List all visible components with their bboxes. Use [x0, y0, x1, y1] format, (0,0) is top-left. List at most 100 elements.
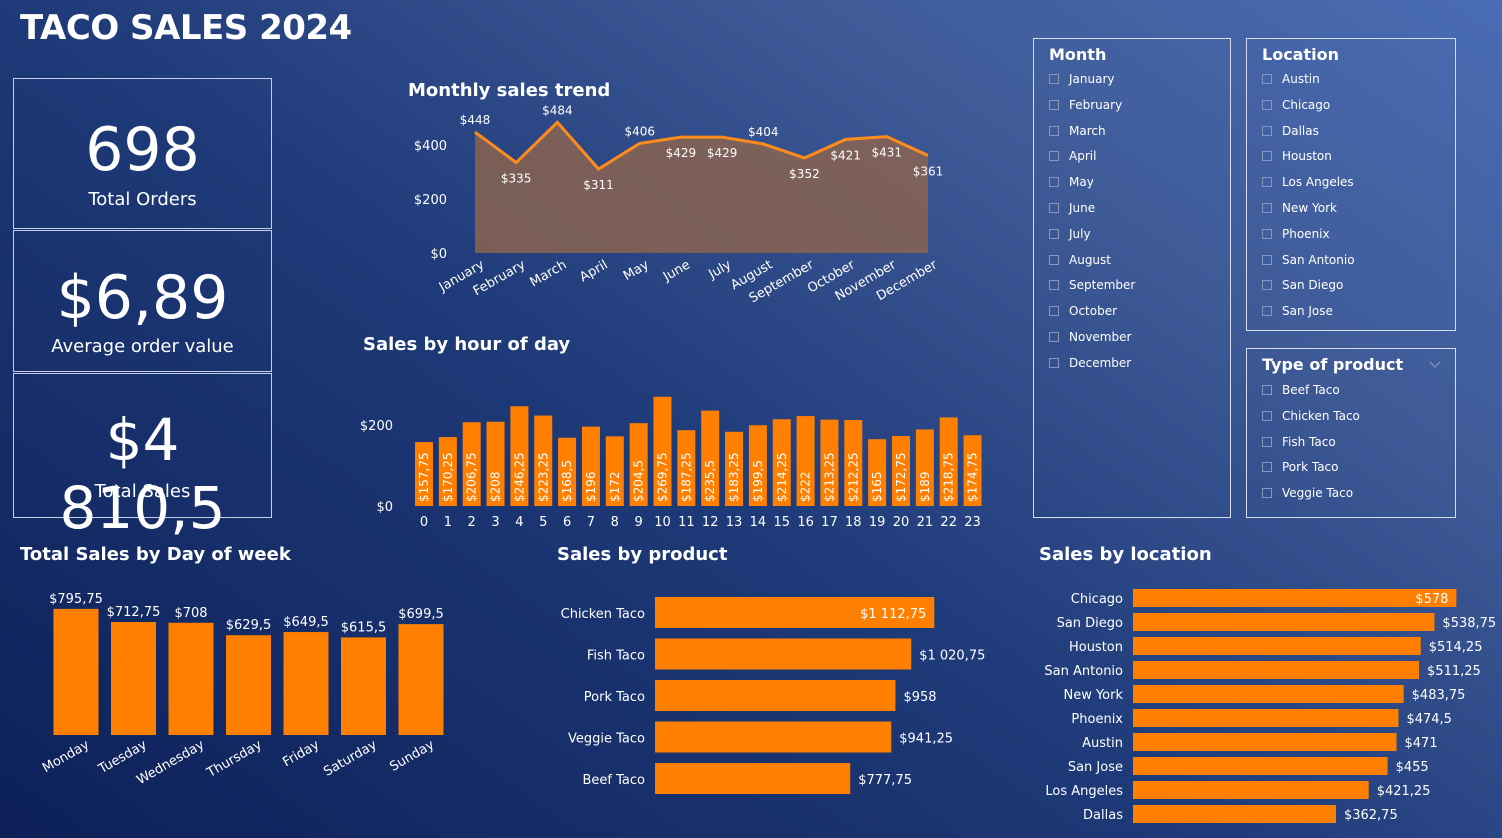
location-slicer-item[interactable]: San Diego	[1262, 277, 1343, 293]
bar[interactable]	[1133, 805, 1336, 823]
checkbox[interactable]	[1049, 203, 1059, 213]
product-type-slicer-item[interactable]: Fish Taco	[1262, 434, 1336, 450]
checkbox[interactable]	[1049, 254, 1059, 265]
checkbox[interactable]	[1049, 332, 1059, 342]
data-label: $311	[583, 178, 614, 192]
bar[interactable]	[53, 608, 99, 735]
bar[interactable]	[1133, 757, 1388, 775]
month-slicer-item[interactable]: June	[1049, 200, 1095, 216]
checkbox[interactable]	[1262, 462, 1272, 473]
bar[interactable]	[168, 622, 214, 735]
checkbox[interactable]	[1049, 151, 1059, 162]
location-sales-title: Sales by location	[1039, 544, 1212, 565]
month-slicer-item[interactable]: May	[1049, 174, 1094, 190]
data-label: $183,25	[727, 452, 741, 502]
bar[interactable]	[655, 721, 892, 753]
product-sales-chart[interactable]: Chicken Taco $1 112,75 Fish Taco $1 020,75 P…	[540, 585, 1010, 805]
location-slicer[interactable]: Location Austin Chicago Dallas Houston Los A…	[1246, 38, 1456, 331]
checkbox[interactable]	[1262, 488, 1272, 499]
product-type-slicer-item[interactable]: Veggie Taco	[1262, 485, 1353, 501]
location-slicer-item[interactable]: Phoenix	[1262, 226, 1330, 242]
checkbox[interactable]	[1049, 228, 1059, 239]
location-slicer-item[interactable]: Chicago	[1262, 97, 1330, 113]
checkbox[interactable]	[1262, 436, 1272, 447]
month-slicer-item[interactable]: August	[1049, 252, 1111, 268]
checkbox[interactable]	[1049, 74, 1059, 84]
product-type-slicer-item[interactable]: Pork Taco	[1262, 459, 1338, 475]
month-slicer-item[interactable]: April	[1049, 148, 1096, 164]
bar[interactable]	[1133, 781, 1369, 799]
bar[interactable]	[341, 637, 386, 735]
product-type-slicer-item[interactable]: Beef Taco	[1262, 382, 1340, 398]
bar[interactable]	[1133, 589, 1457, 607]
checkbox[interactable]	[1049, 177, 1059, 188]
x-tick-label: 10	[654, 515, 671, 530]
checkbox[interactable]	[1262, 99, 1272, 110]
month-slicer-item[interactable]: October	[1049, 303, 1117, 319]
checkbox[interactable]	[1049, 280, 1059, 291]
bar[interactable]	[1133, 685, 1404, 703]
checkbox[interactable]	[1262, 410, 1272, 421]
chevron-down-icon[interactable]	[1429, 361, 1441, 369]
location-slicer-item[interactable]: Dallas	[1262, 123, 1319, 139]
checkbox[interactable]	[1262, 125, 1272, 136]
location-slicer-item[interactable]: Los Angeles	[1262, 174, 1354, 190]
y-tick-label: San Jose	[1068, 760, 1123, 775]
kpi-total-orders-card[interactable]: 698 Total Orders	[13, 78, 272, 229]
trend-area	[475, 122, 928, 253]
bar[interactable]	[226, 635, 271, 735]
kpi-average-order-card[interactable]: $6,89 Average order value	[13, 230, 272, 372]
checkbox[interactable]	[1262, 177, 1272, 188]
monthly-trend-chart[interactable]: $0 $200 $400 $448 $335 $484 $311 $406 $429 $429 $4…	[400, 105, 960, 310]
bar[interactable]	[655, 680, 896, 711]
x-tick-label: 21	[917, 515, 934, 530]
bar[interactable]	[283, 632, 329, 735]
checkbox[interactable]	[1049, 357, 1059, 368]
kpi-total-orders-label: Total Orders	[88, 189, 197, 210]
bar[interactable]	[1133, 709, 1399, 727]
bar[interactable]	[1133, 733, 1397, 751]
checkbox[interactable]	[1262, 254, 1272, 265]
y-tick-label: Fish Taco	[587, 649, 645, 664]
month-slicer-item[interactable]: November	[1049, 329, 1131, 345]
checkbox[interactable]	[1262, 280, 1272, 291]
location-sales-chart[interactable]: Chicago $578 San Diego $538,75 Houston $514,2…	[1030, 583, 1500, 828]
checkbox[interactable]	[1262, 203, 1272, 213]
month-slicer-item[interactable]: July	[1049, 226, 1091, 242]
checkbox[interactable]	[1262, 151, 1272, 162]
month-slicer-item[interactable]: December	[1049, 355, 1131, 371]
checkbox[interactable]	[1262, 385, 1272, 395]
bar[interactable]	[655, 638, 912, 670]
kpi-total-sales-card[interactable]: $4 810,5 Total Sales	[13, 373, 272, 542]
location-slicer-item[interactable]: San Antonio	[1262, 252, 1355, 268]
checkbox[interactable]	[1262, 306, 1272, 317]
location-slicer-item[interactable]: San Jose	[1262, 303, 1333, 319]
bar[interactable]	[398, 624, 444, 735]
checkbox[interactable]	[1049, 125, 1059, 136]
month-slicer-item[interactable]: January	[1049, 71, 1115, 87]
bar[interactable]	[1133, 613, 1435, 631]
checkbox[interactable]	[1262, 74, 1272, 84]
bar[interactable]	[1133, 637, 1421, 655]
month-slicer-item[interactable]: March	[1049, 123, 1106, 139]
bar[interactable]	[111, 622, 156, 735]
checkbox[interactable]	[1049, 306, 1059, 317]
product-type-slicer-item[interactable]: Chicken Taco	[1262, 408, 1360, 424]
bar[interactable]	[655, 763, 851, 794]
bar[interactable]	[1133, 661, 1420, 679]
month-slicer-item[interactable]: February	[1049, 97, 1122, 113]
location-slicer-item[interactable]: Austin	[1262, 71, 1320, 87]
checkbox[interactable]	[1049, 99, 1059, 110]
location-slicer-item-label: New York	[1282, 201, 1337, 215]
month-slicer-item[interactable]: September	[1049, 277, 1135, 293]
hourly-sales-chart[interactable]: $0 $200 $157,75 0 $170,25 1 $206,75 2 $208 3 $246,…	[350, 375, 1000, 535]
location-slicer-item[interactable]: New York	[1262, 200, 1337, 216]
weekday-sales-chart[interactable]: $795,75Monday$712,75Tuesday$708Wednesday…	[10, 570, 480, 795]
location-slicer-item[interactable]: Houston	[1262, 148, 1332, 164]
x-tick-label: 14	[750, 515, 767, 530]
product-type-slicer[interactable]: Type of product Beef Taco Chicken Taco Fis…	[1246, 348, 1456, 518]
checkbox[interactable]	[1262, 228, 1272, 239]
kpi-average-order-label: Average order value	[51, 336, 234, 357]
data-label: $165	[870, 471, 884, 502]
month-slicer[interactable]: Month January February March April May June Ju…	[1033, 38, 1231, 518]
